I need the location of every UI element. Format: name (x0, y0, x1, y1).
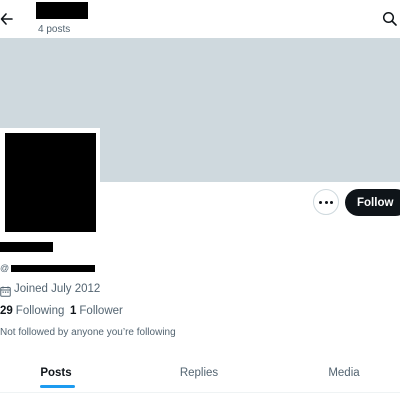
tab-media-label: Media (328, 367, 360, 379)
following-count: 29 (0, 305, 13, 317)
following-label: Following (15, 305, 65, 317)
avatar[interactable] (5, 133, 96, 232)
followers-count: 1 (70, 305, 77, 317)
header-name-redacted (36, 2, 88, 19)
back-arrow-icon[interactable] (0, 11, 14, 27)
joined-date: Joined July 2012 (14, 283, 101, 295)
more-dots-icon (318, 200, 334, 204)
followers-label: Follower (79, 305, 123, 317)
display-name-redacted (0, 242, 53, 252)
more-options-button[interactable] (313, 189, 339, 215)
followers-link[interactable]: 1 Follower (70, 305, 123, 318)
search-icon[interactable] (382, 11, 398, 27)
tab-replies[interactable]: Replies (145, 362, 253, 392)
tabs-divider (0, 392, 400, 393)
following-link[interactable]: 29 Following (0, 305, 64, 318)
followed-by-note: Not followed by anyone you’re following (0, 327, 176, 338)
header-posts-count: 4 posts (38, 24, 71, 35)
follow-button[interactable]: Follow (345, 189, 400, 216)
tab-replies-label: Replies (179, 367, 219, 379)
tab-media[interactable]: Media (290, 362, 398, 392)
handle-at-sign: @ (0, 263, 10, 273)
active-tab-indicator (40, 385, 75, 388)
calendar-icon (0, 284, 11, 297)
handle-redacted (11, 265, 95, 272)
